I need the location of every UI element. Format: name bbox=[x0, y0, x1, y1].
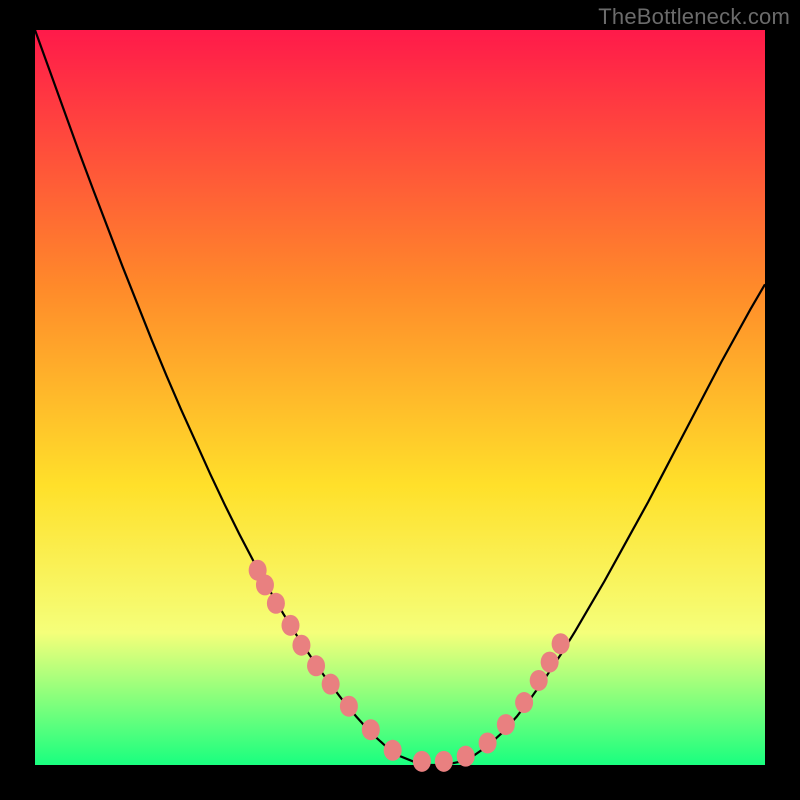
marker-point bbox=[322, 674, 340, 695]
marker-point bbox=[497, 714, 515, 735]
marker-point bbox=[552, 633, 570, 654]
marker-point bbox=[413, 751, 431, 772]
marker-point bbox=[256, 574, 274, 595]
marker-point bbox=[292, 635, 310, 656]
marker-point bbox=[307, 655, 325, 676]
marker-point bbox=[362, 719, 380, 740]
marker-point bbox=[282, 615, 300, 636]
plot-area bbox=[35, 30, 765, 765]
chart-svg bbox=[0, 0, 800, 800]
watermark-label: TheBottleneck.com bbox=[598, 4, 790, 30]
marker-point bbox=[435, 751, 453, 772]
marker-point bbox=[267, 593, 285, 614]
marker-point bbox=[530, 670, 548, 691]
marker-point bbox=[541, 652, 559, 673]
marker-point bbox=[384, 740, 402, 761]
chart-root: TheBottleneck.com bbox=[0, 0, 800, 800]
marker-point bbox=[515, 692, 533, 713]
marker-point bbox=[340, 696, 358, 717]
marker-point bbox=[479, 732, 497, 753]
marker-point bbox=[457, 746, 475, 767]
